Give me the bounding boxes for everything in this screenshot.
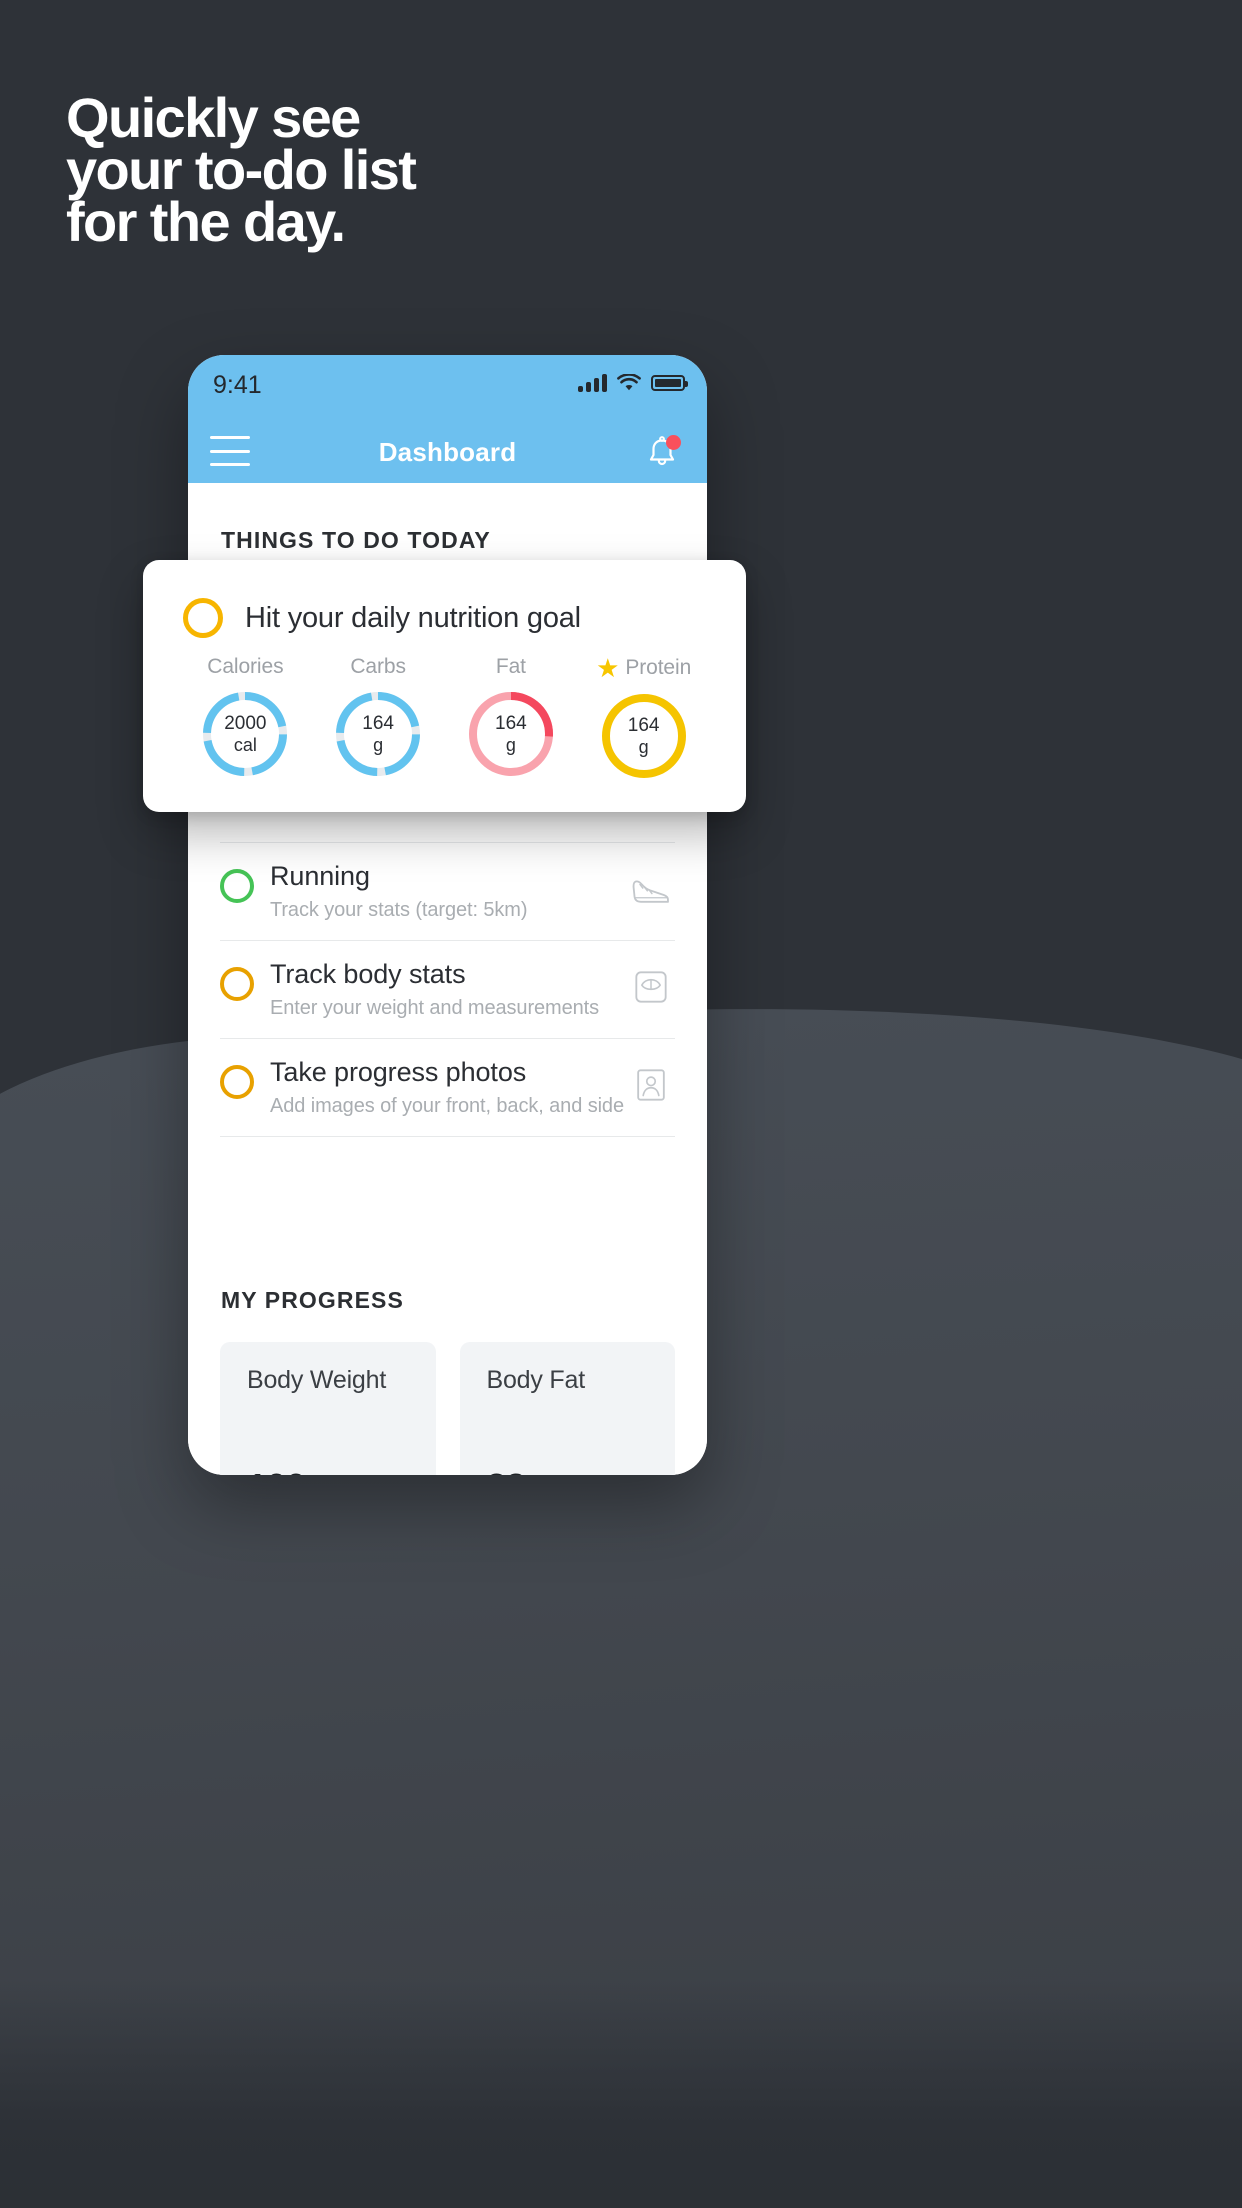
todo-item-running[interactable]: Running Track your stats (target: 5km) <box>220 842 675 940</box>
todo-title: Running <box>270 861 370 891</box>
metric-label: Calories <box>207 655 284 678</box>
phone-mockup: 9:41 Dashboard THINGS TO DO TODAY Runnin… <box>188 355 707 1475</box>
nutrition-card-title: Hit your daily nutrition goal <box>245 601 581 634</box>
nutrition-metric-fat[interactable]: Fat 164 g <box>445 655 578 782</box>
notification-badge <box>666 435 681 450</box>
carbs-donut-chart: 164 g <box>332 688 424 780</box>
metric-value: 164 <box>627 715 660 737</box>
weight-scale-icon <box>635 971 667 1003</box>
task-incomplete-ring-icon[interactable] <box>220 1065 254 1099</box>
nutrition-metric-calories[interactable]: Calories 2000 cal <box>179 655 312 782</box>
status-icon-group <box>578 374 688 392</box>
hamburger-menu-icon[interactable] <box>210 436 250 466</box>
metric-value: 2000 <box>224 713 267 735</box>
progress-card-label: Body Weight <box>247 1366 387 1394</box>
metric-label-group: Calories <box>179 655 312 679</box>
running-shoe-icon <box>632 880 669 903</box>
metric-unit: g <box>505 734 516 755</box>
metric-label: Carbs <box>350 655 406 678</box>
task-incomplete-ring-icon[interactable] <box>220 869 254 903</box>
donut-center-text: 164 g <box>332 688 424 780</box>
progress-card-row: Body Weight 100kg <box>220 1342 675 1475</box>
signal-bars-icon <box>578 374 607 392</box>
fat-donut-chart: 164 g <box>465 688 557 780</box>
star-icon: ★ <box>596 653 620 683</box>
headline-line-2: your to-do list <box>66 138 417 201</box>
page-title: Dashboard <box>378 436 517 467</box>
nutrition-metric-row: Calories 2000 cal Carbs 164 g Fat 164 g … <box>143 655 746 782</box>
nutrition-card-header: Hit your daily nutrition goal <box>143 560 746 638</box>
todo-item-take-progress-photos[interactable]: Take progress photos Add images of your … <box>220 1038 675 1137</box>
section-title-my-progress: MY PROGRESS <box>221 1287 404 1313</box>
calories-donut-chart: 2000 cal <box>199 688 291 780</box>
progress-card-value-group: 23% <box>487 1466 552 1475</box>
wifi-icon <box>617 374 641 391</box>
progress-card-value-group: 100kg <box>247 1466 335 1475</box>
metric-label-group: ★ Protein <box>577 655 710 681</box>
todo-title: Take progress photos <box>270 1057 527 1087</box>
task-incomplete-ring-icon[interactable] <box>220 967 254 1001</box>
todo-subtitle: Enter your weight and measurements <box>270 997 599 1019</box>
headline-line-1: Quickly see <box>66 86 361 149</box>
metric-value: 164 <box>495 713 527 735</box>
metric-label-group: Fat <box>445 655 578 679</box>
status-bar: 9:41 <box>188 355 707 421</box>
nutrition-goal-card[interactable]: Hit your daily nutrition goal Calories 2… <box>143 560 746 812</box>
status-time: 9:41 <box>213 371 262 399</box>
todo-item-track-body-stats[interactable]: Track body stats Enter your weight and m… <box>220 940 675 1038</box>
todo-subtitle: Track your stats (target: 5km) <box>270 899 528 921</box>
section-title-things-to-do: THINGS TO DO TODAY <box>221 527 491 553</box>
background-bottom-fade <box>0 1980 1242 2208</box>
person-photo-icon <box>637 1069 665 1101</box>
metric-unit: g <box>373 734 384 755</box>
battery-full-icon <box>651 375 688 391</box>
metric-label-group: Carbs <box>312 655 445 679</box>
todo-subtitle: Add images of your front, back, and side <box>270 1095 624 1117</box>
donut-center-text: 164 g <box>598 690 690 782</box>
metric-label: Fat <box>495 655 526 678</box>
my-progress-section: MY PROGRESS Body Weight 100kg <box>188 1287 707 1475</box>
progress-card-label: Body Fat <box>486 1366 586 1394</box>
todo-title: Track body stats <box>270 959 466 989</box>
donut-center-text: 164 g <box>465 688 557 780</box>
page-headline: Quickly see your to-do list for the day. <box>66 86 826 253</box>
progress-card-value: 23 <box>487 1466 527 1475</box>
app-nav-bar: Dashboard <box>188 421 707 483</box>
nutrition-metric-protein[interactable]: ★ Protein 164 g <box>577 655 710 782</box>
progress-card-value: 100 <box>247 1466 306 1475</box>
todo-list: Running Track your stats (target: 5km) T… <box>188 842 707 1137</box>
protein-donut-chart: 164 g <box>598 690 690 782</box>
donut-center-text: 2000 cal <box>199 688 291 780</box>
progress-card-body-fat[interactable]: Body Fat 23% <box>459 1342 675 1475</box>
metric-unit: g <box>638 736 649 757</box>
metric-label: Protein <box>625 656 692 679</box>
headline-line-3: for the day. <box>66 190 346 253</box>
notification-bell-button[interactable] <box>642 433 682 473</box>
progress-card-body-weight[interactable]: Body Weight 100kg <box>220 1342 436 1475</box>
task-incomplete-ring-icon[interactable] <box>183 598 223 638</box>
metric-value: 164 <box>362 713 394 735</box>
metric-unit: cal <box>233 734 257 755</box>
nutrition-metric-carbs[interactable]: Carbs 164 g <box>312 655 445 782</box>
